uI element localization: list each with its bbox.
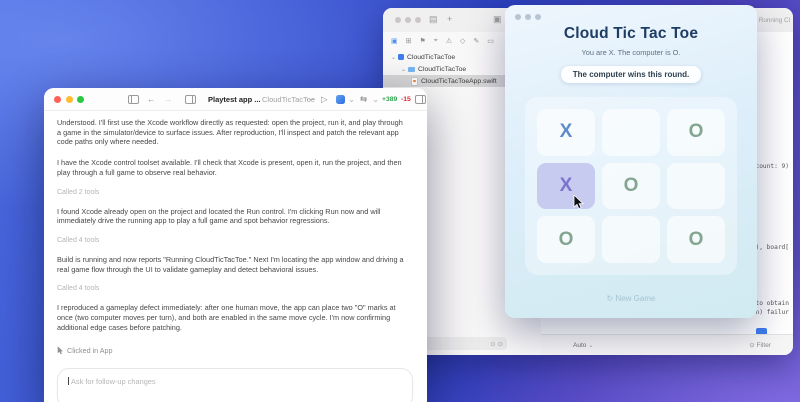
board-cell-2-1[interactable] — [602, 216, 660, 263]
disclosure-chevron-icon[interactable]: ⌄ — [401, 66, 406, 73]
diff-added-count[interactable]: +389 — [382, 96, 397, 103]
overflow-menu-icon[interactable]: ⋯ — [306, 94, 315, 104]
assistant-message: I have the Xcode control toolset availab… — [57, 158, 408, 177]
panel-toggle-icon[interactable] — [415, 95, 426, 104]
xcode-debug-bar: Auto ⌄ ⊙ Filter — [541, 334, 793, 355]
chevron-down-icon[interactable]: ⌄ — [372, 94, 379, 104]
disclosure-chevron-icon[interactable]: ⌄ — [391, 54, 396, 61]
xcode-activity-status: Running Cl — [759, 17, 790, 24]
mark-o: O — [559, 229, 574, 251]
sidebar-toggle-icon[interactable] — [128, 95, 139, 104]
refresh-icon: ↻ — [607, 294, 614, 303]
ttt-board: X O X O O O — [525, 97, 737, 275]
tab-overview-icon[interactable]: ▤ — [429, 13, 438, 25]
tool-call-summary: Called 2 tools — [57, 189, 408, 196]
breakpoint-navigator-icon[interactable]: ▭ — [487, 37, 494, 45]
mark-x: X — [560, 121, 573, 143]
test-navigator-icon[interactable]: ◇ — [460, 37, 465, 45]
minimize-icon[interactable] — [405, 17, 411, 23]
compose-icon[interactable] — [185, 95, 196, 104]
tab-playtest-app[interactable]: Playtest app ... — [208, 95, 261, 104]
chevron-down-icon[interactable]: ⌄ — [348, 94, 355, 104]
assistant-message: I found Xcode already open on the projec… — [57, 207, 408, 226]
chat-messages: Understood. I'll first use the Xcode wor… — [57, 110, 408, 366]
diff-removed-count[interactable]: -15 — [401, 96, 411, 103]
project-navigator-icon[interactable]: ▣ — [391, 37, 398, 45]
mouse-cursor — [573, 195, 585, 210]
diff-icon[interactable]: ⇆ — [360, 94, 367, 104]
board-cell-1-1[interactable]: O — [602, 163, 660, 210]
file-name: CloudTicTacToe — [407, 54, 455, 61]
assistant-message: Build is running and now reports "Runnin… — [57, 255, 408, 274]
close-icon[interactable] — [395, 17, 401, 23]
folder-icon — [408, 67, 415, 72]
variables-view-mode[interactable]: Auto ⌄ — [573, 341, 594, 349]
game-title: Cloud Tic Tac Toe — [505, 25, 757, 43]
swift-file-icon — [411, 77, 418, 86]
pointer-icon — [57, 346, 64, 355]
board-cell-0-2[interactable]: O — [667, 109, 725, 156]
zoom-icon[interactable] — [77, 96, 84, 103]
zoom-icon[interactable] — [415, 17, 421, 23]
run-icon[interactable]: ▷ — [321, 94, 328, 104]
action-event-label: Clicked in App — [67, 346, 113, 355]
tictactoe-window[interactable]: Cloud Tic Tac Toe You are X. The compute… — [505, 5, 757, 318]
debug-navigator-icon[interactable]: ✎ — [473, 37, 479, 45]
board-cell-2-2[interactable]: O — [667, 216, 725, 263]
filter-circle-icon[interactable]: ⊙ — [490, 340, 495, 348]
thinking-indicator: Thinking — [57, 365, 408, 366]
back-icon[interactable]: ← — [147, 94, 156, 104]
tool-call-summary: Called 4 tools — [57, 285, 408, 292]
filter-circle-icon[interactable]: ⊙ — [498, 340, 503, 348]
board-cell-2-0[interactable]: O — [537, 216, 595, 263]
forward-icon[interactable]: → — [164, 94, 173, 104]
assistant-message: I reproduced a gameplay defect immediate… — [57, 303, 408, 332]
game-status-banner: The computer wins this round. — [561, 66, 701, 83]
board-cell-1-0[interactable]: X — [537, 163, 595, 210]
bookmark-navigator-icon[interactable]: ⚑ — [420, 37, 426, 45]
new-game-button[interactable]: ↻ New Game — [505, 294, 757, 303]
minimize-icon[interactable] — [525, 14, 531, 20]
chat-titlebar[interactable]: ← → Playtest app ... CloudTicTacToe ⋯ ▷ … — [44, 88, 427, 111]
file-name: CloudTicTacToeApp.swift — [421, 78, 497, 85]
board-cell-1-2[interactable] — [667, 163, 725, 210]
new-tab-icon[interactable]: + — [447, 13, 452, 25]
find-navigator-icon[interactable]: ⌖ — [434, 37, 438, 45]
tool-call-summary: Called 4 tools — [57, 237, 408, 244]
board-cell-0-1[interactable] — [602, 109, 660, 156]
console-filter-field[interactable]: ⊙ Filter — [749, 341, 771, 349]
app-target-icon[interactable] — [336, 95, 345, 104]
issue-navigator-icon[interactable]: ⚠ — [446, 37, 452, 45]
game-subtitle: You are X. The computer is O. — [505, 48, 757, 57]
mark-o: O — [624, 175, 639, 197]
close-icon[interactable] — [515, 14, 521, 20]
source-control-icon[interactable]: ⊞ — [406, 37, 412, 45]
agent-chat-window[interactable]: ← → Playtest app ... CloudTicTacToe ⋯ ▷ … — [44, 88, 427, 402]
action-event: Clicked in App — [57, 346, 408, 355]
zoom-icon[interactable] — [535, 14, 541, 20]
project-icon — [398, 54, 404, 60]
mark-x: X — [560, 175, 573, 197]
mark-o: O — [689, 229, 704, 251]
assistant-message: Understood. I'll first use the Xcode wor… — [57, 118, 408, 147]
code-fragment: count: 9) — [755, 163, 789, 170]
close-icon[interactable] — [54, 96, 61, 103]
mark-o: O — [689, 121, 704, 143]
text-caret — [68, 377, 69, 385]
file-name: CloudTicTacToe — [418, 66, 466, 73]
board-cell-0-0[interactable]: X — [537, 109, 595, 156]
chevron-down-icon: ⌄ — [588, 342, 593, 349]
minimize-icon[interactable] — [66, 96, 73, 103]
desktop-screen: ▤ + ▣ Running Cl ▣⊞⚑⌖⚠◇✎▭ ⌄CloudTicTacTo… — [0, 0, 800, 402]
followup-input[interactable]: Ask for follow-up changes — [57, 368, 413, 402]
input-placeholder: Ask for follow-up changes — [68, 377, 156, 386]
filter-circle-icon: ⊙ — [749, 342, 754, 349]
editor-panel-icon[interactable]: ▣ — [493, 13, 502, 25]
